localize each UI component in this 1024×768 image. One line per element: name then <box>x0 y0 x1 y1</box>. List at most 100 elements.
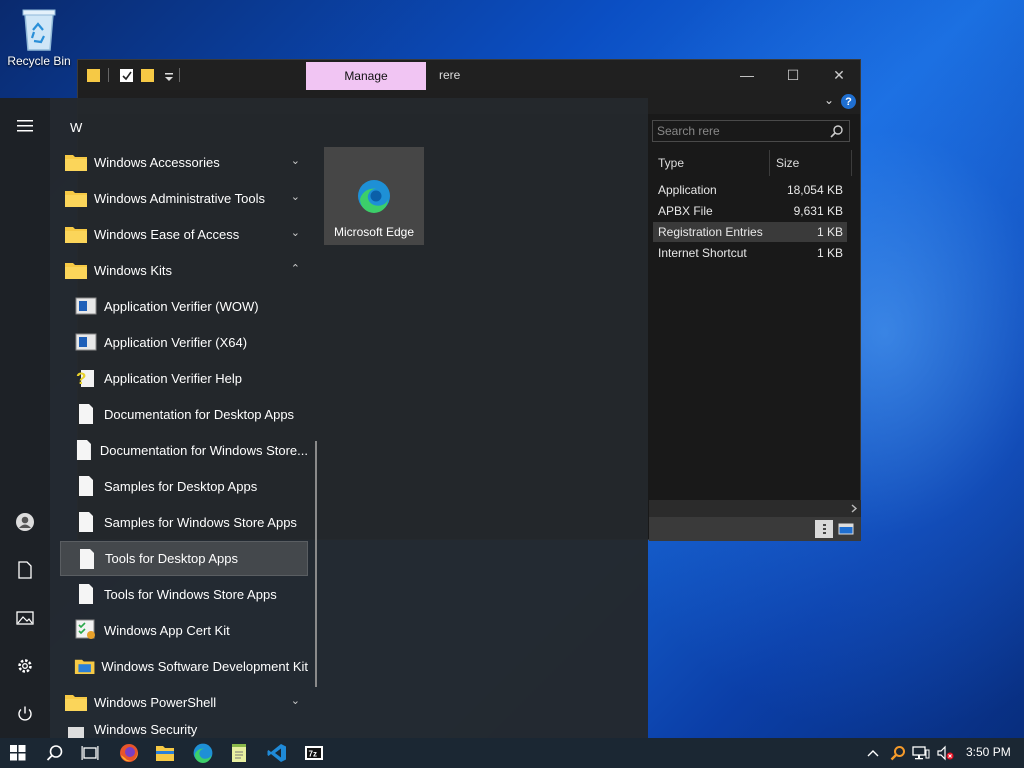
volume-muted-icon[interactable] <box>936 744 954 762</box>
folder-icon <box>87 69 100 82</box>
start-item-label: Samples for Desktop Apps <box>104 478 258 494</box>
firefox-button[interactable] <box>117 741 141 765</box>
horizontal-scrollbar[interactable] <box>649 500 861 517</box>
close-icon: ✕ <box>833 66 845 83</box>
group-header-w[interactable]: W <box>70 120 82 135</box>
maximize-button[interactable]: ☐ <box>770 60 816 90</box>
file-row[interactable]: Internet Shortcut 1 KB <box>653 243 847 263</box>
start-item-label: Windows App Cert Kit <box>104 622 230 638</box>
settings-gear-icon[interactable] <box>13 654 37 678</box>
document-icon <box>79 404 93 424</box>
column-header-type[interactable]: Type <box>652 150 770 176</box>
tab-manage[interactable]: Manage <box>306 62 426 90</box>
start-item-label: Windows Administrative Tools <box>94 190 265 206</box>
new-folder-icon[interactable] <box>141 67 155 83</box>
file-explorer-button[interactable] <box>153 741 177 765</box>
start-item-windows-powershell[interactable]: Windows PowerShell ⌄ <box>60 685 308 719</box>
start-item-label: Windows Ease of Access <box>94 226 240 242</box>
search-input[interactable] <box>653 121 823 141</box>
start-item-windows-sdk[interactable]: Windows Software Development Kit <box>60 649 308 683</box>
start-menu: W Windows Accessories ⌄ Windows Administ… <box>0 98 648 740</box>
start-item-label: Tools for Windows Store Apps <box>104 586 277 602</box>
large-icons-view-icon[interactable] <box>837 520 855 538</box>
file-size: 1 KB <box>816 246 843 260</box>
notepad-button[interactable] <box>227 741 251 765</box>
documents-icon[interactable] <box>13 558 37 582</box>
qa-customize-icon[interactable] <box>162 67 176 83</box>
start-item-label: Samples for Windows Store Apps <box>104 514 297 530</box>
search-button[interactable] <box>43 741 67 765</box>
task-view-button[interactable] <box>78 741 102 765</box>
start-item-windows-security[interactable]: Windows Security <box>60 718 308 740</box>
search-box[interactable] <box>652 120 850 142</box>
app-verifier-icon <box>75 297 97 315</box>
edge-icon <box>193 743 213 763</box>
edge-button[interactable] <box>191 741 215 765</box>
svg-text:7z: 7z <box>309 750 317 759</box>
7zip-icon: 7z <box>305 746 323 760</box>
file-row[interactable]: Application 18,054 KB <box>653 180 847 200</box>
search-tool-icon[interactable] <box>889 744 907 762</box>
start-item-tools-windows-store-apps[interactable]: Tools for Windows Store Apps <box>60 577 308 611</box>
chevron-down-icon: ⌄ <box>290 191 300 203</box>
minimize-icon: — <box>740 67 754 83</box>
start-item-samples-windows-store-apps[interactable]: Samples for Windows Store Apps <box>60 505 308 539</box>
start-item-label: Application Verifier Help <box>104 370 243 386</box>
notepad-icon <box>232 744 246 762</box>
column-header-size[interactable]: Size <box>770 150 852 176</box>
tile-label: Microsoft Edge <box>333 225 415 239</box>
minimize-button[interactable]: — <box>724 60 770 90</box>
close-button[interactable]: ✕ <box>816 60 862 90</box>
start-item-windows-ease-of-access[interactable]: Windows Ease of Access ⌄ <box>60 217 308 251</box>
power-icon[interactable] <box>13 702 37 726</box>
chevron-down-icon[interactable]: ⌄ <box>824 93 834 107</box>
app-verifier-icon <box>75 333 97 351</box>
start-item-label: Application Verifier (X64) <box>104 334 248 350</box>
start-item-windows-app-cert-kit[interactable]: Windows App Cert Kit <box>60 613 308 647</box>
file-size: 18,054 KB <box>786 183 843 197</box>
edge-icon <box>358 180 390 213</box>
help-document-icon: ? <box>76 369 94 388</box>
recycle-bin-icon <box>19 6 59 52</box>
start-item-application-verifier-wow[interactable]: Application Verifier (WOW) <box>60 289 308 323</box>
chevron-down-icon: ⌄ <box>290 155 300 167</box>
user-account-icon[interactable] <box>13 510 37 534</box>
cert-kit-icon <box>75 619 95 639</box>
start-item-application-verifier-help[interactable]: ? Application Verifier Help <box>60 361 308 395</box>
start-list-scrollbar[interactable] <box>315 441 317 687</box>
recycle-bin-label: Recycle Bin <box>7 54 71 68</box>
explorer-titlebar[interactable]: Manage rere — ☐ ✕ <box>78 60 860 90</box>
start-item-label: Tools for Desktop Apps <box>105 551 238 566</box>
file-row-selected[interactable]: Registration Entries 1 KB <box>653 222 847 242</box>
start-item-label: Windows Accessories <box>94 154 220 170</box>
taskbar-clock[interactable]: 3:50 PM <box>966 745 1011 759</box>
start-item-windows-administrative-tools[interactable]: Windows Administrative Tools ⌄ <box>60 181 308 215</box>
properties-icon[interactable] <box>120 67 134 83</box>
window-title: rere <box>439 68 461 82</box>
file-row[interactable]: APBX File 9,631 KB <box>653 201 847 221</box>
start-item-documentation-windows-store[interactable]: Documentation for Windows Store... <box>60 433 308 467</box>
start-button[interactable] <box>6 741 30 765</box>
start-item-windows-accessories[interactable]: Windows Accessories ⌄ <box>60 145 308 179</box>
start-item-application-verifier-x64[interactable]: Application Verifier (X64) <box>60 325 308 359</box>
expand-menu-icon[interactable] <box>13 114 37 138</box>
start-item-documentation-desktop-apps[interactable]: Documentation for Desktop Apps <box>60 397 308 431</box>
vscode-button[interactable] <box>265 741 289 765</box>
document-icon <box>76 440 91 460</box>
network-icon[interactable] <box>912 744 930 762</box>
scroll-right-icon[interactable] <box>850 504 858 513</box>
7zip-button[interactable]: 7z <box>302 741 326 765</box>
pictures-icon[interactable] <box>13 606 37 630</box>
recycle-bin-shortcut[interactable]: Recycle Bin <box>4 6 74 68</box>
chevron-up-icon[interactable] <box>864 744 882 762</box>
sdk-folder-icon <box>74 659 95 675</box>
svg-text:?: ? <box>76 369 86 388</box>
chevron-up-icon: ⌃ <box>290 263 300 275</box>
start-item-samples-desktop-apps[interactable]: Samples for Desktop Apps <box>60 469 308 503</box>
details-view-icon[interactable] <box>815 520 833 538</box>
start-item-windows-kits[interactable]: Windows Kits ⌃ <box>60 253 308 287</box>
start-rail <box>0 98 50 740</box>
start-item-tools-desktop-apps[interactable]: Tools for Desktop Apps <box>60 541 308 576</box>
help-icon[interactable]: ? <box>841 94 856 109</box>
tile-microsoft-edge[interactable]: Microsoft Edge <box>324 147 424 245</box>
